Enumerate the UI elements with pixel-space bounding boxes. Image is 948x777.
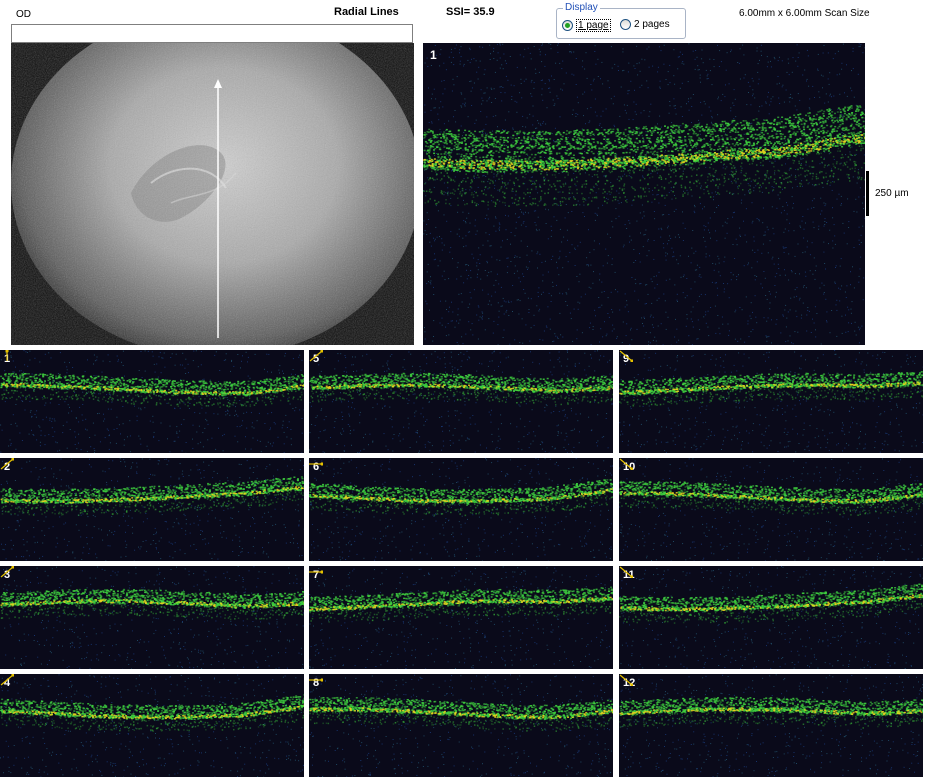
scale-bar: [866, 171, 869, 216]
scan-size-label: 6.00mm x 6.00mm Scan Size: [739, 8, 870, 19]
main-bscan-svg: [423, 43, 865, 345]
scale-label: 250 µm: [875, 188, 909, 199]
direction-arrow-icon: [619, 674, 633, 686]
bscan-thumbnail[interactable]: 10: [619, 458, 923, 561]
direction-arrow-icon: [0, 458, 14, 470]
direction-arrow-icon: [309, 678, 323, 682]
thumbnail-bscan-svg: [0, 674, 304, 777]
thumbnail-bscan-svg: [0, 566, 304, 669]
scan-type-title: Radial Lines: [334, 6, 399, 18]
thumbnail-bscan-svg: [309, 458, 613, 561]
radio-unselected-icon: [620, 19, 631, 30]
main-bscan[interactable]: 1: [423, 43, 865, 345]
fundus-image[interactable]: [11, 43, 414, 345]
bscan-thumbnail[interactable]: 1: [0, 350, 304, 453]
bscan-thumbnail[interactable]: 4: [0, 674, 304, 777]
direction-arrow-icon: [309, 350, 323, 362]
direction-arrow-icon: [619, 566, 633, 578]
direction-arrow-icon: [0, 566, 14, 578]
thumbnail-bscan-svg: [0, 350, 304, 453]
direction-arrow-icon: [309, 570, 323, 574]
thumbnail-bscan-svg: [309, 566, 613, 669]
thumbnail-bscan-svg: [619, 350, 923, 453]
thumbnail-bscan-svg: [309, 674, 613, 777]
ssi-value: SSI= 35.9: [446, 6, 495, 18]
fundus-svg: [11, 43, 414, 345]
direction-arrow-icon: [0, 674, 14, 686]
two-pages-radio[interactable]: 2 pages: [620, 19, 670, 30]
display-legend: Display: [563, 2, 600, 13]
thumbnail-bscan-svg: [619, 566, 923, 669]
thumbnail-bscan-svg: [0, 458, 304, 561]
direction-arrow-icon: [5, 350, 9, 361]
bscan-thumbnail[interactable]: 6: [309, 458, 613, 561]
two-pages-label: 2 pages: [634, 19, 670, 30]
bscan-thumbnail[interactable]: 5: [309, 350, 613, 453]
main-scan-number: 1: [430, 48, 437, 62]
bscan-thumbnail[interactable]: 8: [309, 674, 613, 777]
thumbnail-bscan-svg: [619, 458, 923, 561]
bscan-thumbnail[interactable]: 12: [619, 674, 923, 777]
direction-arrow-icon: [309, 462, 323, 466]
thumbnail-bscan-svg: [309, 350, 613, 453]
bscan-thumbnail[interactable]: 9: [619, 350, 923, 453]
radio-selected-icon: [562, 20, 573, 31]
bscan-thumbnail[interactable]: 3: [0, 566, 304, 669]
bscan-thumbnail[interactable]: 11: [619, 566, 923, 669]
display-group: Display 1 page 2 pages: [556, 2, 686, 39]
fundus-info-bar: [11, 24, 413, 43]
one-page-radio[interactable]: 1 page: [562, 19, 611, 32]
one-page-label: 1 page: [576, 19, 611, 32]
direction-arrow-icon: [619, 350, 633, 362]
eye-label: OD: [16, 9, 31, 20]
thumbnail-bscan-svg: [619, 674, 923, 777]
bscan-thumbnail[interactable]: 7: [309, 566, 613, 669]
direction-arrow-icon: [619, 458, 633, 470]
bscan-thumbnail[interactable]: 2: [0, 458, 304, 561]
